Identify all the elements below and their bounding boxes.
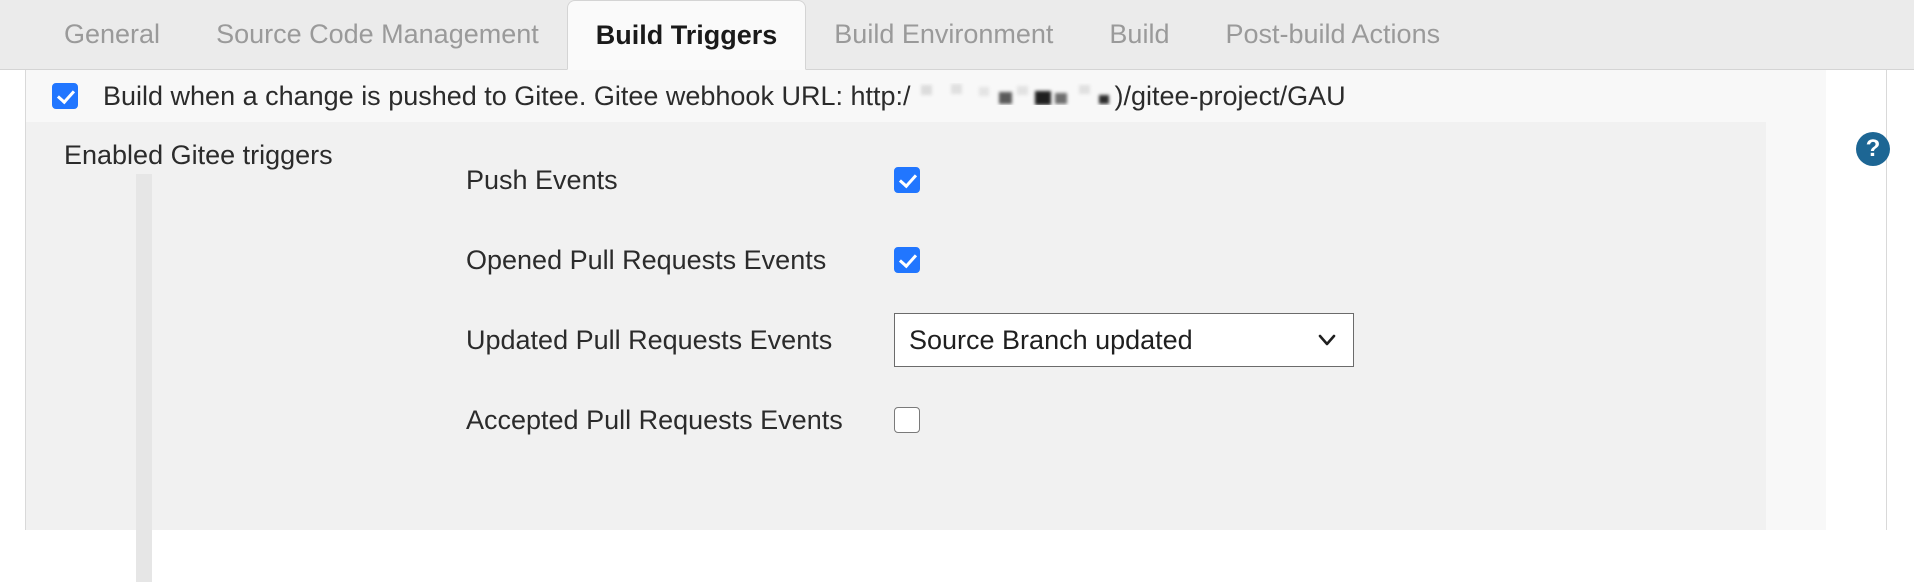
opened-pull-requests-events-label: Opened Pull Requests Events [466,244,827,275]
tab-general[interactable]: General [36,21,188,70]
webhook-url-redacted [913,83,1113,105]
panel-inner-gutter [136,174,152,582]
tab-build[interactable]: Build [1081,21,1197,70]
updated-pull-requests-events-select[interactable]: Source Branch updated [894,313,1354,367]
updated-pull-requests-events-label: Updated Pull Requests Events [466,324,833,355]
trigger-rows: Push Events Opened Pull Requests Events … [466,140,1826,460]
accepted-pull-requests-events-label: Accepted Pull Requests Events [466,404,843,435]
tab-source-code-management[interactable]: Source Code Management [188,21,567,70]
enabled-triggers-panel: Enabled Gitee triggers Push Events Opene… [26,122,1826,582]
trigger-row-updated-pull-requests: Updated Pull Requests Events Source Bran… [466,300,1826,380]
build-triggers-panel: Build when a change is pushed to Gitee. … [0,70,1914,582]
push-events-checkbox[interactable] [894,167,920,193]
opened-pull-requests-events-checkbox[interactable] [894,247,920,273]
webhook-url-suffix: )/gitee-project/GAU [1114,80,1346,111]
updated-pull-requests-events-selected-value: Source Branch updated [909,324,1193,355]
gitee-build-trigger-label: Build when a change is pushed to Gitee. … [103,81,1346,112]
jenkins-job-config-page: General Source Code Management Build Tri… [0,0,1914,582]
help-icon[interactable]: ? [1856,132,1890,166]
tab-post-build-actions[interactable]: Post-build Actions [1197,21,1468,70]
accepted-pull-requests-events-checkbox[interactable] [894,407,920,433]
tab-build-environment[interactable]: Build Environment [806,21,1081,70]
tab-build-triggers[interactable]: Build Triggers [566,0,807,70]
webhook-url-prefix: Build when a change is pushed to Gitee. … [103,80,911,111]
trigger-row-accepted-pull-requests: Accepted Pull Requests Events [466,380,1826,460]
trigger-row-push-events: Push Events [466,140,1826,220]
push-events-label: Push Events [466,164,618,195]
config-tab-bar: General Source Code Management Build Tri… [0,0,1914,70]
trigger-row-opened-pull-requests: Opened Pull Requests Events [466,220,1826,300]
enabled-gitee-triggers-label: Enabled Gitee triggers [64,140,333,170]
gitee-trigger-row: Build when a change is pushed to Gitee. … [26,70,1826,122]
gitee-build-trigger-checkbox[interactable] [52,83,78,109]
chevron-down-icon [1318,334,1336,346]
